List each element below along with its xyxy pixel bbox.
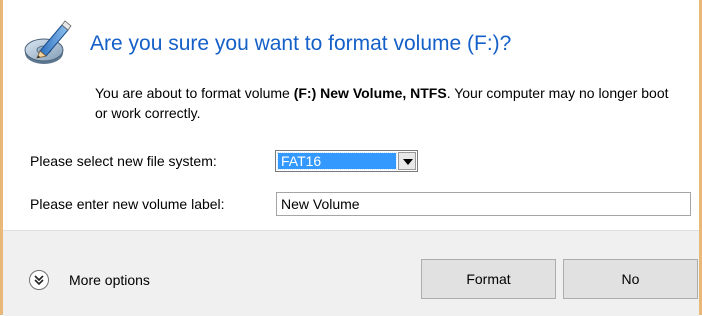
dialog-content: Are you sure you want to format volume (… [3,0,699,230]
volume-label-input[interactable] [276,192,691,216]
volume-label-label: Please enter new volume label: [30,196,225,212]
double-chevron-down-icon[interactable] [29,270,49,290]
no-button[interactable]: No [563,259,698,299]
message-volume: (F:) New Volume, NTFS [293,85,447,101]
format-disk-icon [22,19,74,71]
format-button[interactable]: Format [421,259,556,299]
filesystem-label: Please select new file system: [30,153,217,169]
warning-message: You are about to format volume (F:) New … [95,83,675,123]
more-options-label: More options [69,272,150,288]
filesystem-select[interactable]: FAT16 [275,150,418,172]
message-prefix: You are about to format volume [95,85,294,101]
dropdown-arrow-icon[interactable] [398,152,416,170]
filesystem-selected-value: FAT16 [277,152,397,170]
dialog-title: Are you sure you want to format volume (… [90,32,512,55]
format-dialog: Are you sure you want to format volume (… [0,0,702,316]
